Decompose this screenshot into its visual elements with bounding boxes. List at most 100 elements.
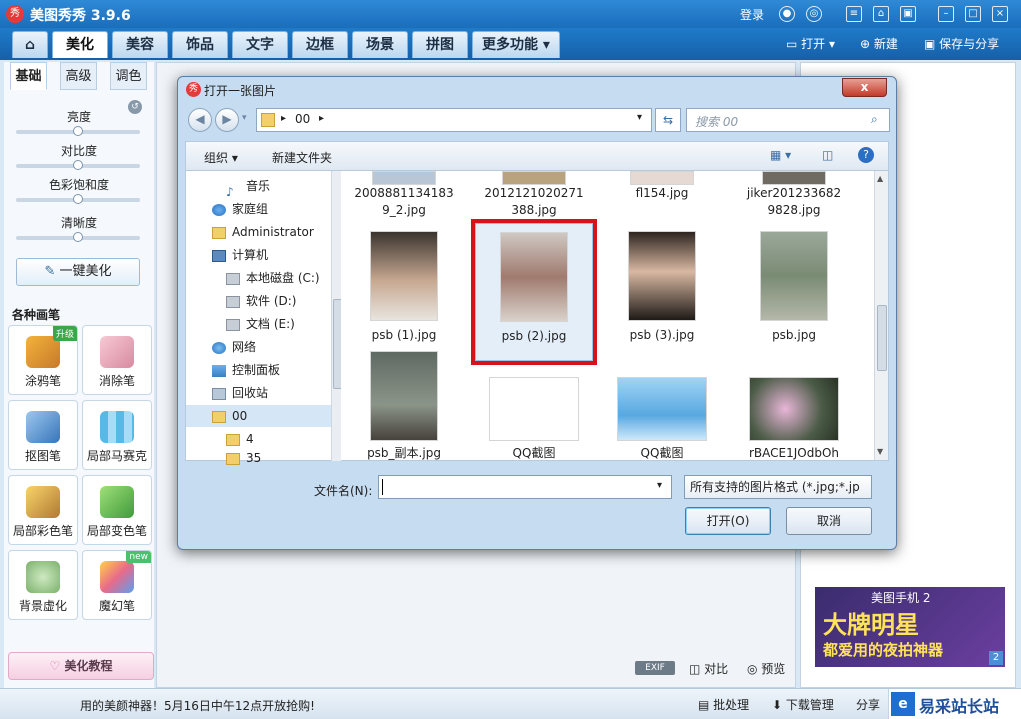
tab-text[interactable]: 文字 — [232, 31, 288, 58]
skin-icon[interactable]: ⌂ — [873, 6, 889, 22]
tab-frame[interactable]: 边框 — [292, 31, 348, 58]
history-dropdown-icon[interactable]: ▾ — [242, 113, 247, 123]
organize-button[interactable]: 组织 ▾ — [204, 149, 238, 166]
tree-item-network[interactable]: 网络 — [212, 336, 256, 358]
tree-item-drive-d[interactable]: 软件 (D:) — [226, 290, 296, 312]
settings-icon[interactable]: ▣ — [900, 6, 916, 22]
slider-knob[interactable] — [73, 126, 83, 136]
brightness-slider[interactable] — [16, 126, 140, 136]
ad-banner[interactable]: 美图手机 2 大牌明星 都爱用的夜拍神器 2 — [815, 587, 1005, 667]
tree-item-35[interactable]: 35 — [226, 447, 261, 469]
batch-button[interactable]: ▤ 批处理 — [698, 696, 749, 713]
tab-beautify[interactable]: 美化 — [52, 31, 108, 58]
exif-button[interactable]: EXIF — [635, 661, 675, 675]
tab-scene[interactable]: 场景 — [352, 31, 408, 58]
file-item[interactable]: 2012121020271 388.jpg — [475, 171, 593, 219]
file-type-filter[interactable]: 所有支持的图片格式 (*.jpg;*.jp — [684, 475, 872, 499]
maximize-icon[interactable]: □ — [965, 6, 981, 22]
tab-more[interactable]: 更多功能 ▾ — [472, 31, 560, 58]
panel-tab-color[interactable]: 调色 — [110, 62, 147, 90]
address-path[interactable]: 00 — [295, 112, 310, 126]
search-box[interactable]: 搜索 00 ⌕ — [686, 108, 890, 132]
file-item[interactable]: psb (1).jpg — [345, 231, 463, 344]
slider-knob[interactable] — [73, 232, 83, 242]
new-button[interactable]: ⊕ 新建 — [860, 35, 898, 52]
search-icon[interactable]: ⌕ — [871, 112, 878, 127]
view-icon[interactable]: ▦ ▾ — [770, 148, 791, 162]
home-tab[interactable]: ⌂ — [12, 31, 48, 58]
tree-item-recycle-bin[interactable]: 回收站 — [212, 382, 268, 404]
brush-eraser[interactable]: 消除笔 — [82, 325, 152, 395]
brush-doodle[interactable]: 涂鸦笔 升级 — [8, 325, 78, 395]
panel-tab-advanced[interactable]: 高级 — [60, 62, 97, 90]
one-click-beautify-button[interactable]: ✎ 一键美化 — [16, 258, 140, 286]
weibo-icon[interactable]: ◎ — [806, 6, 822, 22]
qq-icon[interactable]: ● — [779, 6, 795, 22]
ad-page-indicator[interactable]: 2 — [989, 651, 1003, 665]
file-item-selected[interactable]: psb (2).jpg — [475, 223, 593, 361]
share-button[interactable]: 分享 — [856, 696, 880, 713]
brush-color-change[interactable]: 局部变色笔 — [82, 475, 152, 545]
back-button[interactable]: ◀ — [188, 108, 212, 132]
preview-pane-icon[interactable]: ◫ — [822, 148, 833, 162]
open-file-button[interactable]: 打开(O) — [685, 507, 771, 535]
sharpness-slider[interactable] — [16, 232, 140, 242]
file-item[interactable]: psb (3).jpg — [603, 231, 721, 344]
brush-local-color[interactable]: 局部彩色笔 — [8, 475, 78, 545]
tab-collage[interactable]: 拼图 — [412, 31, 468, 58]
scroll-down-icon[interactable]: ▼ — [877, 447, 883, 456]
preview-button[interactable]: ◎ 预览 — [747, 660, 785, 677]
brush-cutout[interactable]: 抠图笔 — [8, 400, 78, 470]
download-manager-button[interactable]: ⬇ 下载管理 — [772, 696, 834, 713]
tab-accessories[interactable]: 饰品 — [172, 31, 228, 58]
panel-tab-basic[interactable]: 基础 — [10, 62, 47, 90]
tab-beauty[interactable]: 美容 — [112, 31, 168, 58]
slider-knob[interactable] — [73, 194, 83, 204]
dialog-close-button[interactable]: x — [842, 78, 887, 97]
saturation-slider[interactable] — [16, 194, 140, 204]
address-dropdown-icon[interactable]: ▾ — [637, 112, 642, 123]
compare-button[interactable]: ◫ 对比 — [689, 660, 728, 677]
save-share-button[interactable]: ▣ 保存与分享 — [924, 35, 999, 52]
help-icon[interactable]: ? — [858, 147, 874, 163]
file-item[interactable]: fl154.jpg — [603, 171, 721, 202]
forward-button[interactable]: ▶ — [215, 108, 239, 132]
tree-item-drive-e[interactable]: 文档 (E:) — [226, 313, 295, 335]
file-item[interactable]: QQ截图 — [603, 351, 721, 460]
message-icon[interactable]: ≡ — [846, 6, 862, 22]
file-item[interactable]: jiker201233682 9828.jpg — [735, 171, 853, 219]
tree-item-computer[interactable]: 计算机 — [212, 244, 268, 266]
filename-input[interactable]: ▾ — [378, 475, 672, 499]
tree-item-homegroup[interactable]: 家庭组 — [212, 198, 268, 220]
file-item[interactable]: rBACE1JOdbOh — [735, 351, 853, 460]
hands-icon: ♡ — [49, 659, 65, 673]
refresh-button[interactable]: ⇆ — [655, 108, 681, 132]
brush-mosaic[interactable]: 局部马赛克 — [82, 400, 152, 470]
login-link[interactable]: 登录 — [740, 6, 764, 23]
tree-item-administrator[interactable]: Administrator — [212, 221, 314, 243]
file-item[interactable]: psb_副本.jpg — [345, 351, 463, 460]
brush-magic[interactable]: 魔幻笔 new — [82, 550, 152, 620]
status-marquee[interactable]: 用的美颜神器！5月16日中午12点开放抢购! — [80, 697, 315, 714]
tree-item-00[interactable]: 00 — [186, 405, 331, 427]
contrast-slider[interactable] — [16, 160, 140, 170]
file-item[interactable]: QQ截图 — [475, 351, 593, 460]
open-button[interactable]: ▭ 打开 ▾ — [786, 35, 835, 52]
close-icon[interactable]: × — [992, 6, 1008, 22]
tree-item-music[interactable]: ♪ 音乐 — [226, 175, 270, 199]
scroll-thumb[interactable] — [877, 305, 887, 371]
filename-dropdown-icon[interactable]: ▾ — [657, 480, 662, 491]
minimize-icon[interactable]: – — [938, 6, 954, 22]
new-folder-button[interactable]: 新建文件夹 — [272, 149, 332, 166]
slider-knob[interactable] — [73, 160, 83, 170]
address-bar[interactable]: ▸ 00 ▸ ▾ — [256, 108, 652, 132]
tutorial-button[interactable]: ♡ 美化教程 — [8, 652, 154, 680]
file-item[interactable]: psb.jpg — [735, 231, 853, 344]
cancel-button[interactable]: 取消 — [786, 507, 872, 535]
tree-item-drive-c[interactable]: 本地磁盘 (C:) — [226, 267, 320, 289]
brush-background-blur[interactable]: 背景虚化 — [8, 550, 78, 620]
scroll-up-icon[interactable]: ▲ — [877, 174, 883, 183]
file-pane-scrollbar[interactable]: ▲ ▼ — [874, 171, 888, 460]
file-item[interactable]: 2008881134183 9_2.jpg — [345, 171, 463, 219]
tree-item-control-panel[interactable]: 控制面板 — [212, 359, 280, 381]
